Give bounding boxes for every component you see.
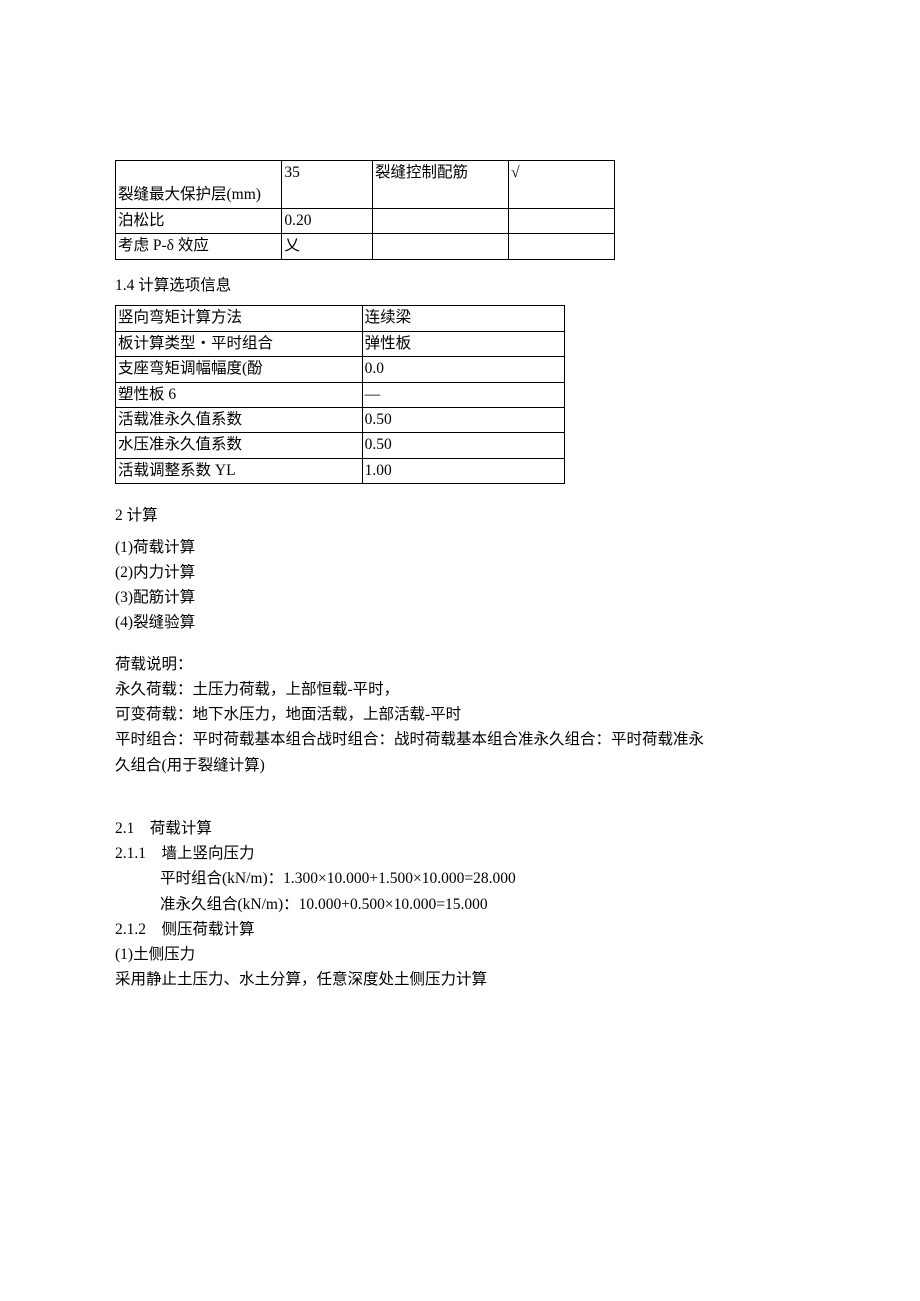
cell: 0.0 (362, 357, 564, 382)
cell: 塑性板 6 (116, 382, 363, 407)
cell: 1.00 (362, 458, 564, 483)
table-row: 板计算类型・平时组合 弹性板 (116, 331, 565, 356)
table-calc-options: 竖向弯矩计算方法 连续梁 板计算类型・平时组合 弹性板 支座弯矩调幅幅度(酚 0… (115, 305, 565, 484)
section-2-1-2-title: 2.1.2 侧压荷载计算 (115, 918, 805, 941)
cell: 泊松比 (116, 208, 282, 233)
cell: 弹性板 (362, 331, 564, 356)
section-2-1-title: 2.1 荷载计算 (115, 817, 805, 840)
list-item: (1)荷载计算 (115, 536, 805, 559)
cell: √ (509, 161, 615, 209)
cell (509, 208, 615, 233)
table-row: 支座弯矩调幅幅度(酚 0.0 (116, 357, 565, 382)
cell: 0.50 (362, 408, 564, 433)
cell: 乂 (282, 234, 373, 259)
load-desc-line: 永久荷载：土压力荷载，上部恒载-平时， (115, 678, 805, 701)
desc-line: 采用静止土压力、水土分算，任意深度处土侧压力计算 (115, 968, 805, 991)
calc-line: 平时组合(kN/m)：1.300×10.000+1.500×10.000=28.… (160, 867, 805, 890)
load-desc-line: 可变荷载：地下水压力，地面活载，上部活载-平时 (115, 703, 805, 726)
cell: 35 (282, 161, 373, 209)
cell: 活载调整系数 YL (116, 458, 363, 483)
cell: 0.20 (282, 208, 373, 233)
load-desc-line: 久组合(用于裂缝计算) (115, 754, 805, 777)
cell: 水压准永久值系数 (116, 433, 363, 458)
cell: 连续梁 (362, 306, 564, 331)
calc-line: 准永久组合(kN/m)：10.000+0.500×10.000=15.000 (160, 893, 805, 916)
cell: 裂缝控制配筋 (373, 161, 509, 209)
cell: 竖向弯矩计算方法 (116, 306, 363, 331)
list-item: (3)配筋计算 (115, 586, 805, 609)
cell: — (362, 382, 564, 407)
section-2-title: 2 计算 (115, 504, 805, 527)
cell: 0.50 (362, 433, 564, 458)
cell (373, 234, 509, 259)
subsection-label: (1)土侧压力 (115, 943, 805, 966)
cell: 裂缝最大保护层(mm) (116, 161, 282, 209)
section-1-4-title: 1.4 计算选项信息 (115, 274, 805, 297)
cell: 板计算类型・平时组合 (116, 331, 363, 356)
table-row: 泊松比 0.20 (116, 208, 615, 233)
load-desc-label: 荷载说明： (115, 653, 805, 676)
table-row: 塑性板 6 — (116, 382, 565, 407)
cell: 活载准永久值系数 (116, 408, 363, 433)
table-crack-params: 裂缝最大保护层(mm) 35 裂缝控制配筋 √ 泊松比 0.20 考虑 P-δ … (115, 160, 615, 260)
table-row: 竖向弯矩计算方法 连续梁 (116, 306, 565, 331)
table-row: 考虑 P-δ 效应 乂 (116, 234, 615, 259)
list-item: (2)内力计算 (115, 561, 805, 584)
cell: 支座弯矩调幅幅度(酚 (116, 357, 363, 382)
cell (509, 234, 615, 259)
cell (373, 208, 509, 233)
table-row: 活载调整系数 YL 1.00 (116, 458, 565, 483)
table-row: 裂缝最大保护层(mm) 35 裂缝控制配筋 √ (116, 161, 615, 209)
cell: 考虑 P-δ 效应 (116, 234, 282, 259)
load-desc-line: 平时组合：平时荷载基本组合战时组合：战时荷载基本组合准永久组合：平时荷载准永 (115, 728, 805, 751)
section-2-1-1-title: 2.1.1 墙上竖向压力 (115, 842, 805, 865)
list-item: (4)裂缝验算 (115, 611, 805, 634)
table-row: 活载准永久值系数 0.50 (116, 408, 565, 433)
table-row: 水压准永久值系数 0.50 (116, 433, 565, 458)
